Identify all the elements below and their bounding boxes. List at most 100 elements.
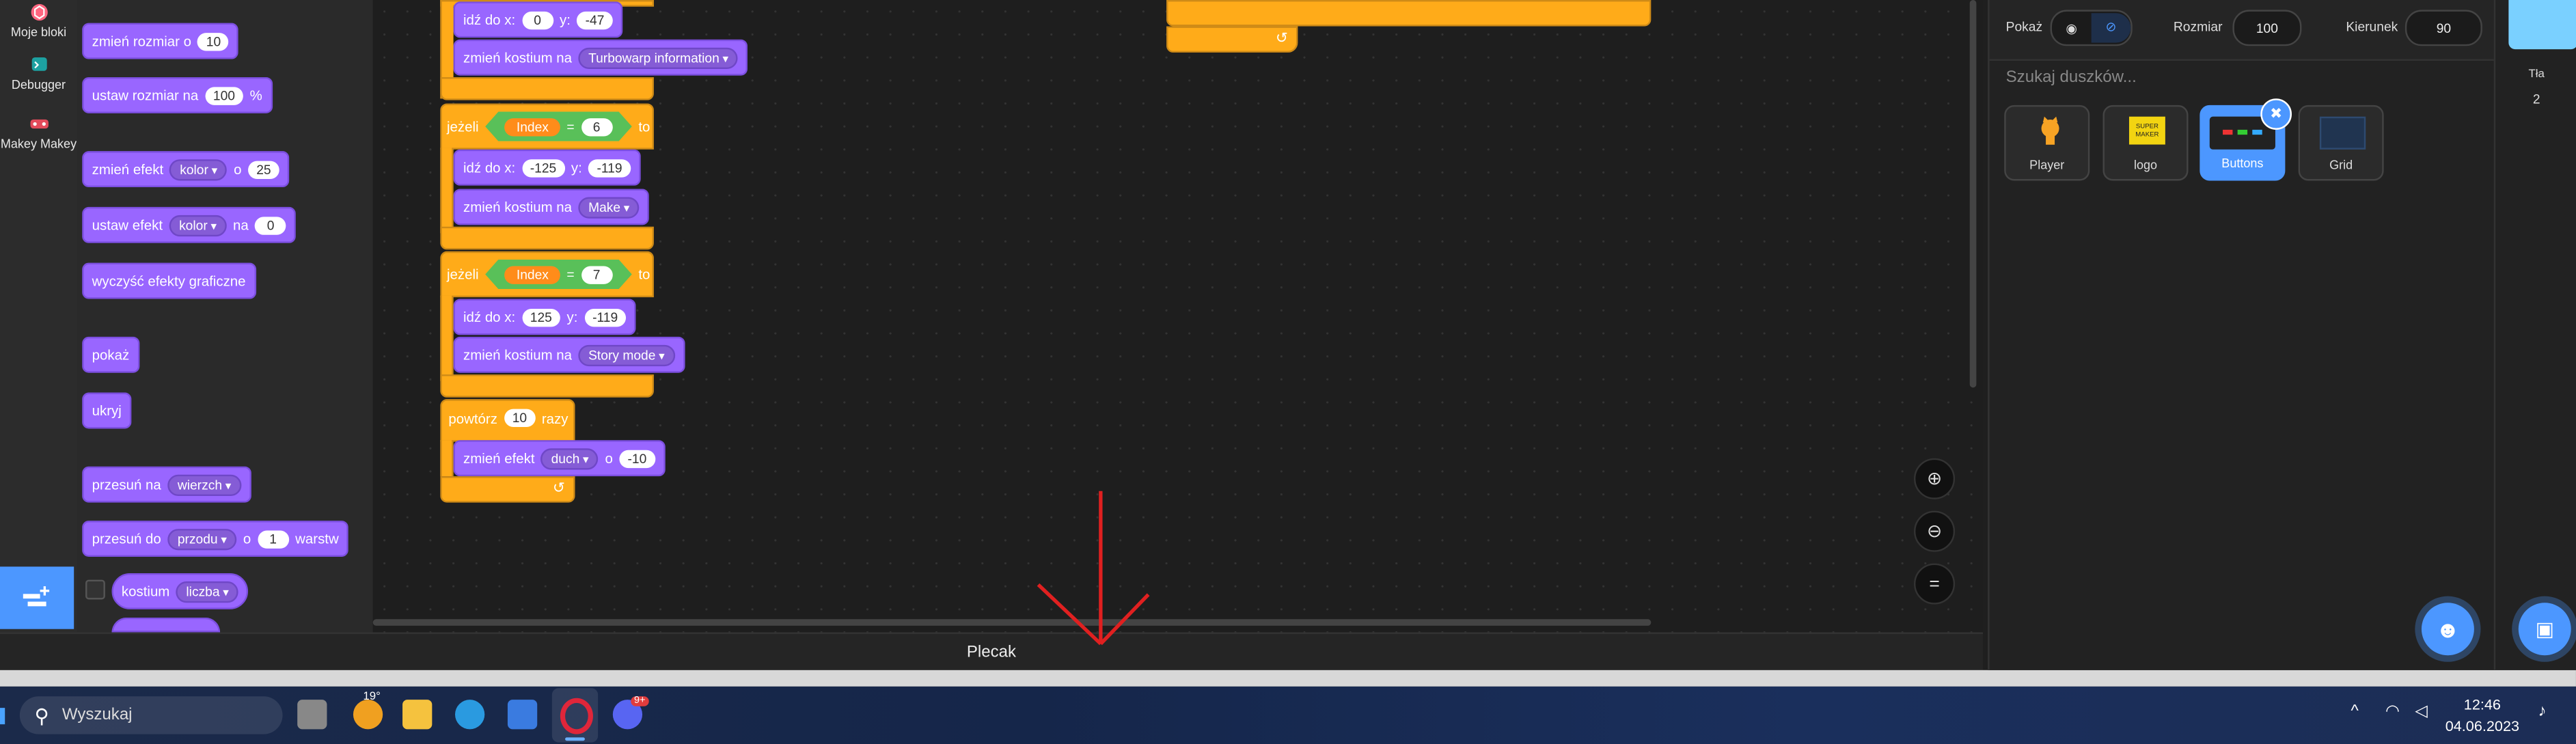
weather-icon[interactable] — [353, 700, 383, 730]
change-effect-block[interactable]: zmień efekt duch o -10 — [453, 440, 665, 477]
direction-input[interactable]: 90 — [2404, 10, 2482, 46]
palette-reporter-partial[interactable] — [111, 617, 221, 633]
add-backdrop-button[interactable]: ▣ — [2518, 603, 2571, 656]
backdrops-count: 2 — [2532, 92, 2540, 107]
block-input[interactable]: 125 — [521, 307, 560, 327]
stage-thumbnail[interactable] — [2508, 0, 2576, 50]
sprite-tile-buttons[interactable]: Buttons ✖ — [2200, 98, 2292, 181]
block-input[interactable]: 6 — [581, 118, 612, 135]
palette-block-clear-effects[interactable]: wyczyść efekty graficzne — [82, 262, 256, 299]
palette-block-set-effect[interactable]: ustaw efekt kolor na 0 — [82, 206, 297, 243]
horizontal-scrollbar[interactable] — [372, 619, 1652, 626]
block-input[interactable]: -10 — [619, 449, 655, 467]
block-dropdown[interactable]: przodu — [167, 527, 237, 550]
block-input[interactable]: 7 — [581, 265, 612, 283]
visibility-toggle[interactable]: ◉ ⊘ — [2050, 10, 2133, 46]
delete-sprite-button[interactable]: ✖ — [2260, 98, 2292, 130]
clock-date[interactable]: 04.06.2023 — [2441, 718, 2523, 734]
equals-operator[interactable]: Index = 7 — [485, 260, 632, 289]
goto-xy-block[interactable]: idź do x: 0 y: -47 — [453, 1, 622, 38]
logo-sprite-thumbnail: SUPER MAKER — [2128, 116, 2165, 145]
notification-bell-icon[interactable]: ♪ — [2538, 703, 2547, 721]
palette-block-set-size[interactable]: ustaw rozmiar na 100 % — [82, 77, 273, 113]
palette-block-go-to-layer[interactable]: przesuń na wierzch — [82, 466, 251, 503]
add-sprite-button[interactable]: ☻ — [2421, 603, 2474, 656]
task-view-icon[interactable] — [297, 700, 327, 730]
sprite-tile-logo[interactable]: SUPER MAKER logo — [2102, 105, 2189, 181]
script-partial-block[interactable] — [1166, 0, 1652, 27]
palette-block-hide[interactable]: ukryj — [82, 392, 132, 429]
palette-block-go-layers[interactable]: przesuń do przodu o 1 warstw — [82, 521, 349, 557]
switch-costume-block[interactable]: zmień kostium na Turbowarp information — [453, 39, 748, 76]
file-explorer-icon[interactable] — [402, 700, 433, 730]
zoom-reset-button[interactable]: = — [1914, 563, 1956, 605]
chevron-up-icon[interactable]: ^ — [2351, 703, 2359, 721]
taskbar-search[interactable]: ⚲ Wyszukaj — [19, 696, 283, 734]
zoom-in-button[interactable]: ⊕ — [1914, 458, 1956, 499]
reporter-checkbox[interactable] — [85, 579, 105, 600]
palette-block-show[interactable]: pokaż — [82, 336, 139, 373]
block-input[interactable]: 100 — [204, 86, 244, 105]
block-text: zmień efekt — [92, 161, 164, 178]
block-input[interactable]: -119 — [584, 307, 627, 327]
block-input[interactable]: 0 — [521, 10, 553, 29]
script-partial-end[interactable]: ↺ — [1166, 26, 1298, 53]
block-dropdown[interactable]: liczba — [176, 580, 239, 603]
block-dropdown[interactable]: Make — [578, 196, 640, 218]
wifi-icon[interactable]: ◠ — [2385, 703, 2400, 721]
sprite-search-input[interactable]: Szukaj duszków... — [2006, 69, 2137, 87]
block-dropdown[interactable]: wierzch — [167, 473, 241, 495]
sprite-tile-grid[interactable]: Grid — [2298, 105, 2384, 181]
code-area[interactable]: ↺ idź do x: 0 y: -47 zmień kostium na Tu… — [372, 0, 1983, 633]
equals-operator[interactable]: Index = 6 — [485, 111, 632, 141]
palette-block-change-size[interactable]: zmień rozmiar o 10 — [82, 23, 239, 59]
block-dropdown[interactable]: Story mode — [578, 344, 675, 366]
block-dropdown[interactable]: Turbowarp information — [578, 46, 739, 68]
zoom-out-button[interactable]: ⊖ — [1914, 510, 1956, 552]
block-dropdown[interactable]: kolor — [169, 158, 228, 180]
category-rail: Moje bloki Debugger Makey Makey — [0, 0, 79, 633]
block-text: idź do x: — [463, 159, 516, 176]
category-makey-makey[interactable]: Makey Makey — [0, 115, 77, 151]
goto-xy-block[interactable]: idź do x: -125 y: -119 — [453, 149, 641, 186]
clock-time[interactable]: 12:46 — [2445, 696, 2521, 713]
variable-reporter[interactable]: Index — [505, 265, 560, 283]
switch-costume-block[interactable]: zmień kostium na Make — [453, 189, 650, 225]
backpack-bar[interactable]: Plecak — [0, 632, 1983, 672]
block-input[interactable]: -119 — [588, 158, 631, 177]
category-my-blocks[interactable]: Moje bloki — [0, 3, 77, 40]
weather-temperature: 19° — [363, 691, 381, 703]
block-text: ukryj — [92, 402, 122, 419]
category-debugger[interactable]: Debugger — [0, 56, 77, 92]
my-blocks-icon — [30, 3, 47, 21]
edge-icon[interactable] — [454, 700, 485, 730]
volume-icon[interactable]: ◁ — [2415, 703, 2428, 721]
block-input[interactable]: 10 — [197, 31, 230, 51]
palette-block-change-effect[interactable]: zmień efekt kolor o 25 — [82, 151, 290, 188]
block-input[interactable]: 10 — [504, 409, 536, 428]
backdrops-label: Tła — [2528, 68, 2545, 81]
switch-costume-block[interactable]: zmień kostium na Story mode — [453, 336, 685, 373]
start-button-edge[interactable] — [0, 708, 5, 725]
block-input[interactable]: 1 — [257, 529, 289, 548]
goto-xy-block[interactable]: idź do x: 125 y: -119 — [453, 299, 636, 335]
block-dropdown[interactable]: duch — [541, 447, 599, 469]
block-text: warstw — [295, 530, 339, 547]
store-icon[interactable] — [507, 700, 538, 730]
vertical-scrollbar[interactable] — [1969, 0, 1977, 388]
block-input[interactable]: 0 — [255, 216, 287, 234]
if-bottom — [440, 226, 654, 250]
add-extension-button[interactable] — [0, 566, 74, 629]
block-input[interactable]: 25 — [248, 160, 279, 178]
block-dropdown[interactable]: kolor — [169, 214, 227, 236]
sprite-tile-player[interactable]: Player — [2004, 105, 2090, 181]
block-text: wyczyść efekty graficzne — [92, 273, 246, 290]
opera-taskbar-item[interactable] — [551, 688, 599, 743]
block-input[interactable]: -47 — [577, 10, 613, 29]
size-input[interactable]: 100 — [2232, 10, 2302, 46]
variable-reporter[interactable]: Index — [505, 118, 560, 135]
block-input[interactable]: -125 — [521, 158, 565, 177]
palette-reporter-costume[interactable]: kostium liczba — [111, 573, 249, 609]
block-text: ustaw rozmiar na — [92, 87, 199, 104]
page-scrollbar[interactable] — [0, 670, 2576, 687]
